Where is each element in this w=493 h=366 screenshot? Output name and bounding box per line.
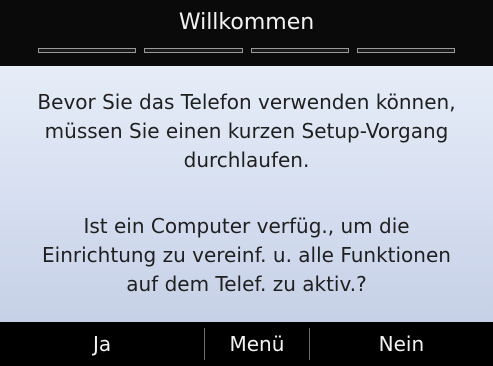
yes-softkey[interactable]: Ja	[0, 322, 204, 366]
no-softkey[interactable]: Nein	[310, 322, 493, 366]
message-panel: Bevor Sie das Telefon verwenden können, …	[0, 66, 493, 322]
computer-question-text: Ist ein Computer verfüg., um die Einrich…	[42, 214, 451, 296]
screen-title: Willkommen	[178, 10, 315, 35]
setup-intro-text: Bevor Sie das Telefon verwenden können, …	[37, 90, 456, 172]
progress-segment	[38, 48, 137, 53]
progress-segment	[250, 48, 349, 53]
setup-progress-bar	[38, 48, 455, 58]
progress-segment	[144, 48, 243, 53]
title-bar: Willkommen	[0, 0, 493, 66]
phone-screen: Willkommen Bevor Sie das Telefon verwend…	[0, 0, 493, 366]
softkey-bar: Ja Menü Nein	[0, 322, 493, 366]
menu-softkey[interactable]: Menü	[205, 322, 309, 366]
progress-segment	[356, 48, 455, 53]
